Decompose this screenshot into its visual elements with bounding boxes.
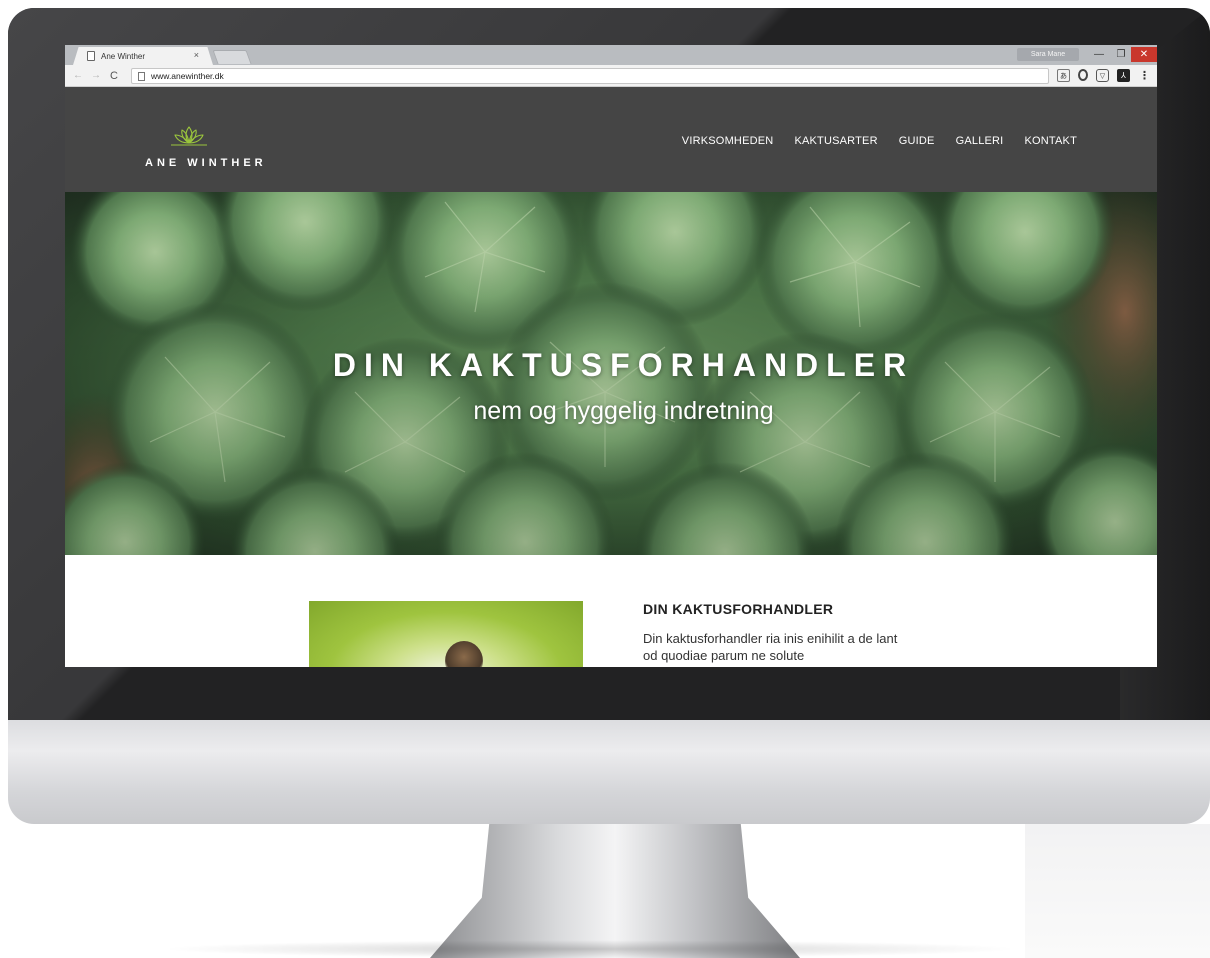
nav-kontakt[interactable]: KONTAKT	[1024, 135, 1077, 147]
new-tab-button[interactable]	[212, 50, 252, 64]
profile-name: Sara Mane	[1030, 51, 1066, 58]
lotus-logo-icon[interactable]	[169, 123, 209, 149]
monitor-stand	[430, 824, 800, 958]
main-navigation: VIRKSOMHEDEN KAKTUSARTER GUIDE GALLERI K…	[682, 135, 1077, 147]
nav-galleri[interactable]: GALLERI	[956, 135, 1004, 147]
hero-banner: DIN KAKTUSFORHANDLER nem og hyggelig ind…	[65, 192, 1157, 555]
back-icon[interactable]: ←	[71, 70, 85, 81]
nav-guide[interactable]: GUIDE	[899, 135, 935, 147]
site-header: ANE WINTHER VIRKSOMHEDEN KAKTUSARTER GUI…	[65, 87, 1157, 192]
close-window-button[interactable]: ✕	[1131, 47, 1157, 62]
hero-subtitle: nem og hyggelig indretning	[473, 397, 774, 425]
tab-title: Ane Winther	[101, 51, 146, 61]
address-bar[interactable]: www.anewinther.dk	[131, 68, 1049, 84]
tab-close-icon[interactable]: ×	[194, 50, 199, 60]
monitor-chin	[8, 720, 1210, 824]
url-text[interactable]: www.anewinther.dk	[151, 71, 224, 81]
content-section: DIN KAKTUSFORHANDLER Din kaktusforhandle…	[65, 555, 1157, 667]
extension-icons: あ ▽ ⅄ ⋮	[1057, 69, 1151, 82]
reload-icon[interactable]: C	[107, 70, 121, 82]
cactus-image	[309, 601, 583, 667]
browser-tab[interactable]: Ane Winther ×	[73, 47, 213, 65]
logo-text[interactable]: ANE WINTHER	[145, 157, 267, 169]
nav-kaktusarter[interactable]: KAKTUSARTER	[794, 135, 877, 147]
browser-window: Ane Winther × Sara Mane — ❐ ✕ ← → C www.…	[65, 45, 1157, 667]
tab-strip: Ane Winther × Sara Mane — ❐ ✕	[65, 45, 1157, 65]
minimize-button[interactable]: —	[1089, 47, 1109, 62]
translate-icon[interactable]: あ	[1057, 69, 1070, 82]
page-info-icon[interactable]	[138, 71, 145, 81]
page-icon	[87, 51, 95, 61]
cactus-shape	[445, 641, 483, 667]
hero-title: DIN KAKTUSFORHANDLER	[332, 347, 915, 383]
profile-button[interactable]: Sara Mane	[1017, 48, 1079, 61]
acrobat-icon[interactable]: ⅄	[1117, 69, 1130, 82]
menu-icon[interactable]: ⋮	[1138, 69, 1151, 82]
section-heading: DIN KAKTUSFORHANDLER	[643, 601, 834, 617]
stand-shadow	[160, 940, 1020, 958]
browser-toolbar: ← → C www.anewinther.dk あ ▽ ⅄ ⋮	[65, 65, 1157, 87]
opera-icon[interactable]	[1078, 69, 1088, 81]
background-panel	[1025, 824, 1210, 958]
section-body: Din kaktusforhandler ria inis enihilit a…	[643, 631, 898, 663]
maximize-button[interactable]: ❐	[1111, 47, 1131, 62]
nav-virksomheden[interactable]: VIRKSOMHEDEN	[682, 135, 774, 147]
pocket-icon[interactable]: ▽	[1096, 69, 1109, 82]
forward-icon[interactable]: →	[89, 70, 103, 81]
